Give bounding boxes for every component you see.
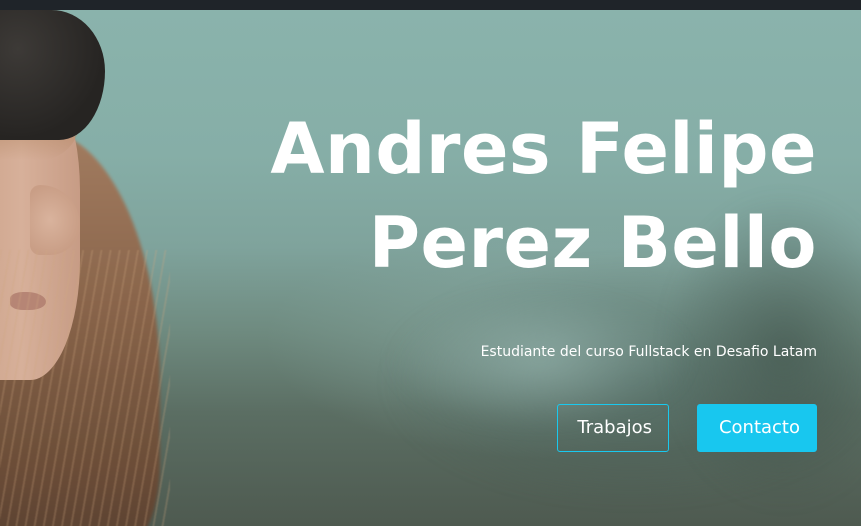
- top-bar: [0, 0, 861, 10]
- portrait-hair-strands: [0, 250, 170, 526]
- hero-subtitle: Estudiante del curso Fullstack en Desafi…: [480, 344, 817, 360]
- works-button[interactable]: Trabajos: [557, 404, 669, 452]
- hero-title-line2: Perez Bello: [368, 202, 817, 284]
- contact-button[interactable]: Contacto: [697, 404, 817, 452]
- hero-buttons: Trabajos Contacto: [557, 404, 817, 452]
- portrait-hat: [0, 10, 105, 140]
- hero-title-line1: Andres Felipe: [270, 108, 817, 190]
- hero-title: Andres Felipe Perez Bello: [197, 102, 817, 290]
- hero-section: Andres Felipe Perez Bello Estudiante del…: [0, 10, 861, 526]
